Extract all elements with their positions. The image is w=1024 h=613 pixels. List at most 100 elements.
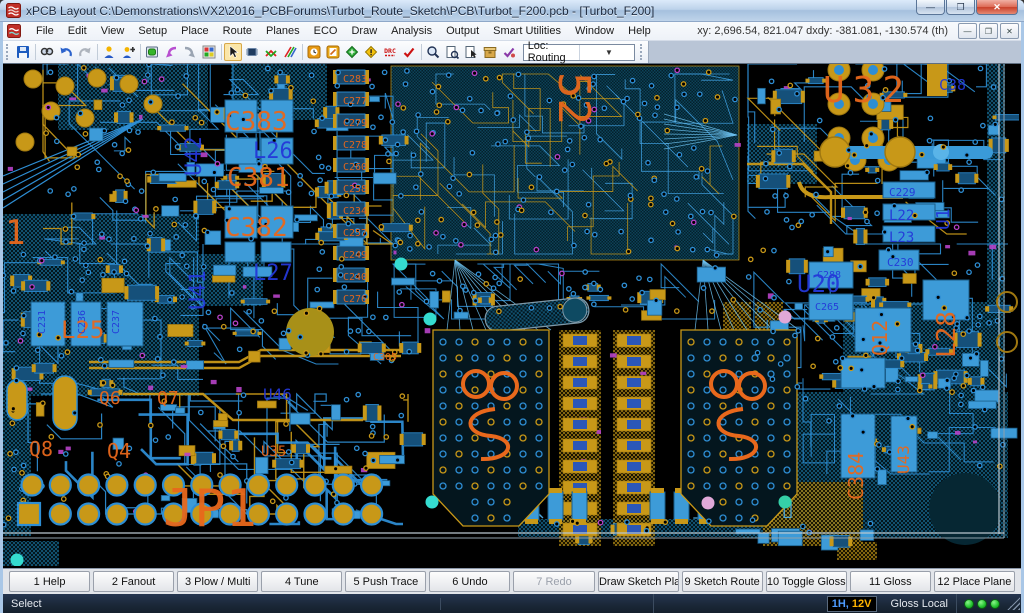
refdes-u42: U42 [182,136,207,176]
place-person-button[interactable] [100,43,118,61]
refdes-c234: C234 [343,206,367,217]
menu-item-setup[interactable]: Setup [131,23,174,39]
fkey-button-10[interactable]: 10 Toggle Gloss [766,571,847,592]
place-person-add-button[interactable] [119,43,137,61]
refdes-c382: C382 [225,213,288,243]
layer-pair-indicator[interactable]: 1H, 12V [827,596,877,612]
fkey-button-4[interactable]: 4 Tune [261,571,342,592]
fkey-button-3[interactable]: 3 Plow / Multi [177,571,258,592]
board-canvas[interactable]: C383L26C381C382L27U42U41L25C231C236C2371… [3,63,1021,569]
refdes-c236: C236 [77,310,88,334]
menu-item-analysis[interactable]: Analysis [384,23,439,39]
zoom-view-button[interactable] [424,43,442,61]
toolbar-grip[interactable] [6,44,12,60]
find-button[interactable] [38,43,56,61]
resize-grip[interactable] [1007,597,1020,610]
eco-mode-icon [307,45,321,59]
fkey-button-5[interactable]: 5 Push Trace [345,571,426,592]
mdi-restore-button[interactable]: ❐ [979,23,998,39]
display-control-button[interactable] [143,43,161,61]
backannotate-button[interactable] [162,43,180,61]
refdes-l26: L26 [253,139,293,164]
refdes-52: 52 [548,72,599,125]
refdes-c276: C276 [343,294,367,305]
fkey-button-6[interactable]: 6 Undo [429,571,510,592]
refdes-q7: Q7 [157,388,179,409]
eco-edit-button[interactable] [324,43,342,61]
refdes-c283: C283 [343,74,367,85]
menu-item-output[interactable]: Output [439,23,486,39]
forwardannotate-button[interactable] [181,43,199,61]
mdi-close-button[interactable]: ✕ [1000,23,1019,39]
fkey-button-9[interactable]: 9 Sketch Route [682,571,763,592]
menu-item-planes[interactable]: Planes [259,23,307,39]
redo-button[interactable] [76,43,94,61]
online-drc-button[interactable] [343,43,361,61]
maximize-button[interactable]: ❐ [946,0,975,15]
menu-item-route[interactable]: Route [216,23,259,39]
menu-item-edit[interactable]: Edit [61,23,94,39]
part-edit-button[interactable] [243,43,261,61]
menu-item-file[interactable]: File [29,23,61,39]
gloss-status[interactable]: Gloss Local [883,594,957,613]
menu-item-help[interactable]: Help [621,23,658,39]
fkey-button-8[interactable]: 8 Draw Sketch Plan [598,571,679,592]
menu-item-smart-utilities[interactable]: Smart Utilities [486,23,568,39]
menu-bar: FileEditViewSetupPlaceRoutePlanesECODraw… [3,22,1021,41]
zoom-view-icon [426,45,440,59]
menu-item-eco[interactable]: ECO [307,23,345,39]
refdes-c260: C260 [343,162,367,173]
minimize-button[interactable]: — [916,0,945,15]
unroute-button[interactable] [262,43,280,61]
refdes-q6: Q6 [99,388,121,409]
archive-button[interactable] [481,43,499,61]
app-window: xPCB Layout C:\Demonstrations\VX2\2016_P… [0,0,1024,613]
refdes-u46: U46 [263,385,292,404]
refdes-c237: C237 [111,310,122,334]
toolbar-end-grip[interactable] [640,44,646,60]
part-edit-icon [245,45,259,59]
select-mode-button[interactable] [224,43,242,61]
fkey-button-1[interactable]: 1 Help [9,571,90,592]
fkey-button-12[interactable]: 12 Place Plane [934,571,1015,592]
mode-combo[interactable]: Loc: Routing ▼ [523,44,636,61]
undo-button[interactable] [57,43,75,61]
batch-drc-button[interactable]: DRC [381,43,399,61]
window-title: xPCB Layout C:\Demonstrations\VX2\2016_P… [26,4,654,18]
fkey-button-7[interactable]: 7 Redo [513,571,594,592]
menu-item-view[interactable]: View [94,23,132,39]
layer-grid-button[interactable] [200,43,218,61]
refdes-c384: C384 [844,452,868,500]
refdes-c249: C249 [343,250,367,261]
eco-edit-icon [326,45,340,59]
redo-icon [78,45,92,59]
hazards-button[interactable] [362,43,380,61]
save-button[interactable] [14,43,32,61]
eco-mode-button[interactable] [305,43,323,61]
status-bar: Select 1H, 12V Gloss Local [3,594,1021,613]
verify-button[interactable] [500,43,518,61]
verify-icon [502,45,516,59]
view-page-button[interactable] [443,43,461,61]
refdes-u1: U1 [933,208,954,230]
mdi-minimize-button[interactable]: — [958,23,977,39]
refdes-l23: L23 [889,230,914,246]
menu-item-place[interactable]: Place [174,23,216,39]
fkey-button-11[interactable]: 11 Gloss [850,571,931,592]
chevron-down-icon[interactable]: ▼ [579,45,635,60]
save-icon [16,45,30,59]
refdes-c230: C230 [887,256,914,269]
refdes-c38: C38 [939,76,966,94]
app-icon [6,3,21,18]
close-button[interactable]: ✕ [976,0,1018,15]
menu-item-draw[interactable]: Draw [344,23,384,39]
title-bar[interactable]: xPCB Layout C:\Demonstrations\VX2\2016_P… [0,0,1024,22]
drc-check-button[interactable] [400,43,418,61]
pcb-design-view[interactable]: C383L26C381C382L27U42U41L25C231C236C2371… [3,64,1019,566]
select-page-button[interactable] [462,43,480,61]
multi-route-button[interactable] [281,43,299,61]
menu-item-window[interactable]: Window [568,23,621,39]
fkey-button-2[interactable]: 2 Fanout [93,571,174,592]
place-person-icon [102,45,116,59]
unroute-icon [264,45,278,59]
